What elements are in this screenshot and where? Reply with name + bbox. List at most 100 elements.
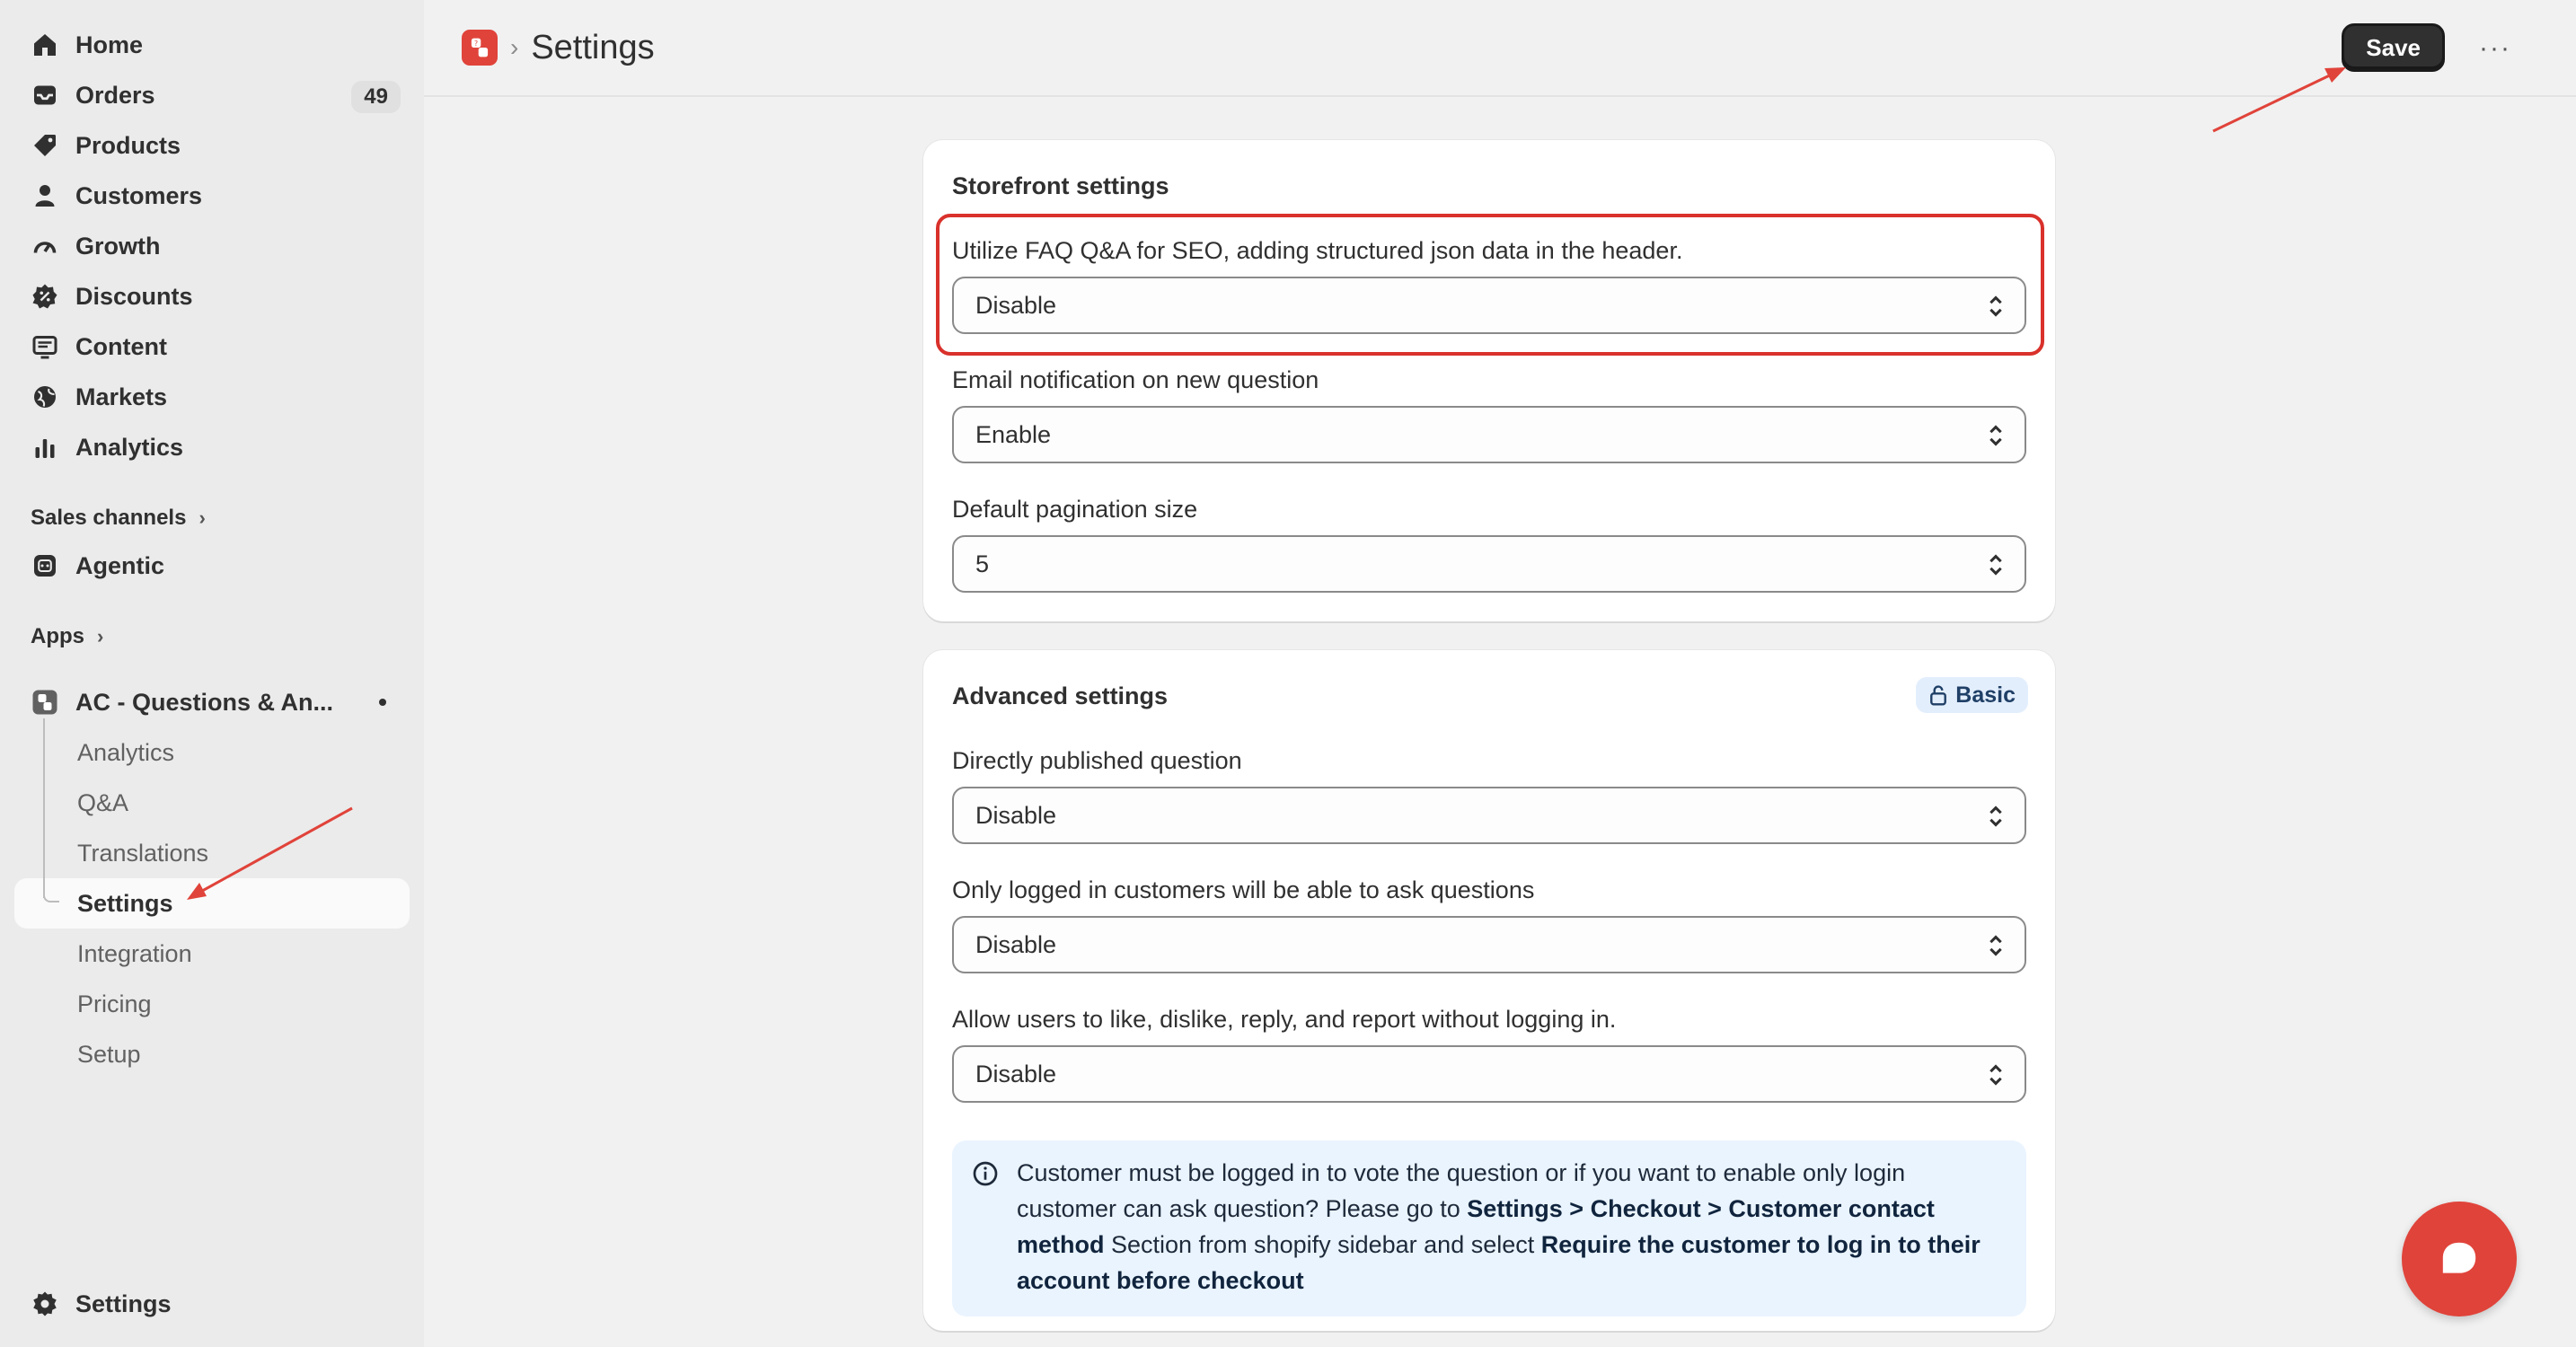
- select-chevron-icon: [1989, 425, 2002, 446]
- advanced-settings-card: Advanced settings Basic Directly publish…: [923, 650, 2055, 1331]
- card-title: Advanced settings: [952, 682, 1169, 709]
- sales-channels-header[interactable]: Sales channels ›: [14, 496, 410, 541]
- app-logo-icon[interactable]: ?: [462, 30, 498, 66]
- chevron-right-icon: ›: [198, 506, 206, 529]
- sidebar-item-label: Products: [75, 131, 181, 159]
- apps-header[interactable]: Apps ›: [14, 614, 410, 659]
- sidebar-item-label: Setup: [77, 1040, 141, 1068]
- gauge-icon: [31, 232, 59, 260]
- inbox-icon: [31, 81, 59, 110]
- select-chevron-icon: [1989, 806, 2002, 827]
- sidebar: Home Orders 49 Products Customers Growth…: [0, 0, 424, 1347]
- sidebar-item-label: Markets: [75, 383, 168, 410]
- lock-icon: [1930, 685, 1947, 706]
- content-icon: [31, 332, 59, 361]
- app-subitem-qa[interactable]: Q&A: [14, 778, 410, 828]
- select-value: Disable: [975, 930, 1057, 958]
- email-notification-select[interactable]: Enable: [952, 406, 2026, 463]
- sidebar-item-label: Home: [75, 31, 144, 58]
- logged-in-ask-select[interactable]: Disable: [952, 916, 2026, 973]
- info-banner-text: Customer must be logged in to vote the q…: [1017, 1155, 2005, 1299]
- globe-icon: [31, 383, 59, 411]
- directly-published-label: Directly published question: [952, 747, 1242, 774]
- orders-count-badge: 49: [351, 81, 401, 113]
- info-text-part: Section from shopify sidebar and select: [1104, 1231, 1541, 1258]
- sidebar-item-growth[interactable]: Growth: [14, 221, 410, 271]
- sidebar-item-agentic[interactable]: Agentic: [14, 541, 410, 591]
- sidebar-item-label: Agentic: [75, 551, 165, 579]
- sidebar-item-label: Pricing: [77, 990, 152, 1017]
- discount-icon: [31, 282, 59, 311]
- person-icon: [31, 181, 59, 210]
- sidebar-item-label: Customers: [75, 181, 203, 209]
- sidebar-item-orders[interactable]: Orders 49: [14, 70, 410, 120]
- sidebar-item-home[interactable]: Home: [14, 20, 410, 70]
- app-subitem-setup[interactable]: Setup: [14, 1029, 410, 1079]
- pagination-size-select[interactable]: 5: [952, 535, 2026, 593]
- email-notification-label: Email notification on new question: [952, 366, 1319, 393]
- app-subitem-translations[interactable]: Translations: [14, 828, 410, 878]
- sales-channels-label: Sales channels: [31, 506, 187, 530]
- app-status-dot: [379, 699, 386, 706]
- tree-connector: [43, 718, 45, 898]
- directly-published-select[interactable]: Disable: [952, 787, 2026, 844]
- chevron-right-icon: ›: [97, 625, 104, 647]
- select-chevron-icon: [1989, 1064, 2002, 1086]
- info-banner: Customer must be logged in to vote the q…: [952, 1140, 2026, 1316]
- annotation-highlight-box: [936, 214, 2044, 356]
- breadcrumb-separator: ›: [510, 33, 519, 61]
- app-subitem-pricing[interactable]: Pricing: [14, 979, 410, 1029]
- sidebar-item-label: Content: [75, 332, 167, 360]
- sidebar-item-content[interactable]: Content: [14, 321, 410, 372]
- sidebar-item-label: Discounts: [75, 282, 193, 310]
- chat-launcher-button[interactable]: [2402, 1202, 2517, 1316]
- sidebar-item-analytics[interactable]: Analytics: [14, 422, 410, 472]
- plan-badge-label: Basic: [1955, 682, 2016, 708]
- sidebar-item-label: Growth: [75, 232, 161, 260]
- sidebar-item-label: Analytics: [75, 433, 184, 461]
- storefront-settings-card: Storefront settings Utilize FAQ Q&A for …: [923, 140, 2055, 621]
- sidebar-item-label: Q&A: [77, 788, 129, 816]
- sidebar-item-discounts[interactable]: Discounts: [14, 271, 410, 321]
- app-subitem-settings[interactable]: Settings: [14, 878, 410, 929]
- app-subitem-analytics[interactable]: Analytics: [14, 727, 410, 778]
- anonymous-interaction-label: Allow users to like, dislike, reply, and…: [952, 1006, 1617, 1033]
- select-value: 5: [975, 550, 990, 577]
- select-chevron-icon: [1989, 935, 2002, 956]
- sidebar-item-label: Settings: [77, 889, 173, 917]
- app-logo-icon: [31, 688, 59, 717]
- top-bar: ? › Settings Save ···: [424, 0, 2576, 97]
- bar-chart-icon: [31, 433, 59, 462]
- svg-text:?: ?: [474, 40, 478, 48]
- sidebar-item-label: Orders: [75, 81, 155, 109]
- more-actions-icon[interactable]: ···: [2477, 31, 2513, 66]
- card-title: Storefront settings: [952, 172, 1169, 199]
- save-button[interactable]: Save: [2342, 23, 2445, 72]
- tree-connector-hook: [43, 885, 59, 902]
- plan-badge: Basic: [1916, 677, 2028, 713]
- select-value: Disable: [975, 1060, 1057, 1087]
- select-value: Disable: [975, 801, 1057, 829]
- sidebar-item-customers[interactable]: Customers: [14, 171, 410, 221]
- pagination-size-label: Default pagination size: [952, 496, 1198, 523]
- logged-in-ask-label: Only logged in customers will be able to…: [952, 876, 1535, 903]
- sidebar-item-label: Settings: [75, 1290, 172, 1317]
- agentic-icon: [31, 551, 59, 580]
- sidebar-item-app[interactable]: AC - Questions & An...: [14, 677, 410, 727]
- sidebar-item-label: AC - Questions & An...: [75, 688, 334, 716]
- page-title: Settings: [531, 28, 655, 66]
- select-chevron-icon: [1989, 554, 2002, 576]
- sidebar-item-settings[interactable]: Settings: [14, 1279, 410, 1329]
- sidebar-item-markets[interactable]: Markets: [14, 372, 410, 422]
- chat-bubble-icon: [2442, 1242, 2476, 1273]
- sidebar-item-label: Translations: [77, 839, 209, 867]
- select-value: Enable: [975, 420, 1052, 448]
- home-icon: [31, 31, 59, 59]
- app-subitem-integration[interactable]: Integration: [14, 929, 410, 979]
- sidebar-item-products[interactable]: Products: [14, 120, 410, 171]
- sidebar-item-label: Integration: [77, 939, 192, 967]
- sidebar-item-label: Analytics: [77, 738, 175, 766]
- anonymous-interaction-select[interactable]: Disable: [952, 1045, 2026, 1103]
- info-icon: [973, 1161, 998, 1186]
- gear-icon: [31, 1290, 59, 1318]
